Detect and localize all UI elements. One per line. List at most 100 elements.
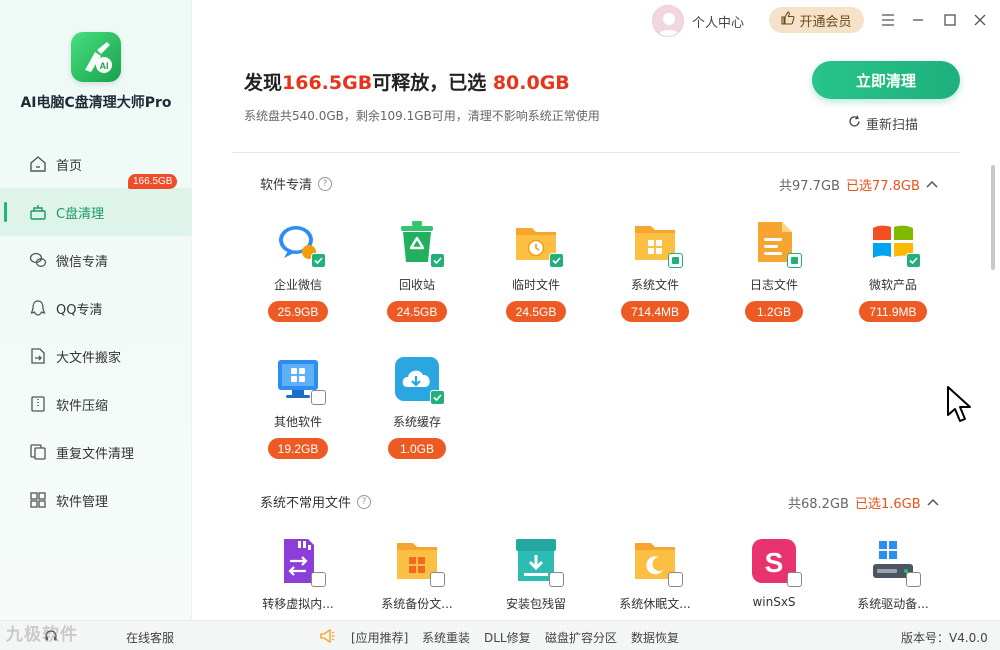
tile-label: winSxS <box>752 595 796 609</box>
checkbox-unchecked-icon[interactable] <box>668 572 683 587</box>
clean-tile[interactable]: 回收站 24.5GB <box>357 218 477 322</box>
tile-size: 711.9MB <box>859 301 927 322</box>
menu-icon[interactable] <box>878 10 898 30</box>
rescan-button[interactable]: 重新扫描 <box>848 114 918 133</box>
data-recovery-link[interactable]: 数据恢复 <box>631 629 679 646</box>
checkbox-unchecked-icon[interactable] <box>906 572 921 587</box>
sidebar-item-file-move[interactable]: 大文件搬家 <box>0 332 192 380</box>
microsoft-icon <box>869 218 921 268</box>
clean-tile[interactable]: 日志文件 1.2GB <box>714 218 834 322</box>
section-summary: 共97.7GB 已选77.8GB <box>779 175 938 194</box>
sidebar-item-label: 软件压缩 <box>56 398 109 414</box>
sidebar-item-duplicate[interactable]: 重复文件清理 <box>0 428 192 476</box>
tile-label: 日志文件 <box>749 278 798 292</box>
app-title: AI电脑C盘清理大师Pro <box>20 95 172 111</box>
sidebar-item-compress[interactable]: 软件压缩 <box>0 380 192 428</box>
apps-icon <box>28 490 48 510</box>
size-badge: 166.5GB <box>128 174 178 189</box>
sidebar-item-label: C盘清理 <box>56 206 105 222</box>
divider <box>232 152 960 153</box>
clean-tile[interactable]: 临时文件 24.5GB <box>476 218 596 322</box>
checkbox-unchecked-icon[interactable] <box>787 572 802 587</box>
virtual-memory-icon <box>274 537 326 587</box>
winsxs-icon: S <box>750 537 802 587</box>
clean-now-button[interactable]: 立即清理 <box>812 61 960 99</box>
section-title: 系统不常用文件 ? <box>260 492 372 511</box>
section-total: 共68.2GB <box>788 497 849 512</box>
tile-label: 临时文件 <box>511 278 560 292</box>
vip-button[interactable]: 开通会员 <box>769 7 864 33</box>
clean-tile[interactable]: 安装包残留 <box>476 537 596 612</box>
tile-size: 1.2GB <box>745 301 803 322</box>
checkbox-checked-icon[interactable] <box>311 253 326 268</box>
broom-icon <box>28 202 48 222</box>
help-icon[interactable]: ? <box>318 176 333 191</box>
help-icon[interactable]: ? <box>357 494 372 509</box>
sidebar-item-qq[interactable]: QQ专清 <box>0 284 192 332</box>
clean-tile[interactable]: 微软产品 711.9MB <box>833 218 953 322</box>
checkbox-unchecked-icon[interactable] <box>311 572 326 587</box>
sidebar-item-apps[interactable]: 软件管理 <box>0 476 192 524</box>
clean-tile[interactable]: 转移虚拟内... <box>238 537 358 612</box>
tile-label: 转移虚拟内... <box>262 597 334 611</box>
user-center-link[interactable]: 个人中心 <box>692 12 744 31</box>
avatar[interactable] <box>652 5 684 37</box>
checkbox-unchecked-icon[interactable] <box>430 572 445 587</box>
chevron-up-icon[interactable] <box>927 495 939 510</box>
title-bar: 个人中心 开通会员 <box>192 0 1000 40</box>
clean-tile[interactable]: 系统文件 714.4MB <box>595 218 715 322</box>
section-summary: 共68.2GB 已选1.6GB <box>788 493 939 512</box>
clean-tile[interactable]: 系统备份文... <box>357 537 477 612</box>
close-icon[interactable] <box>970 10 990 30</box>
checkbox-partial-icon[interactable] <box>668 253 683 268</box>
sidebar-item-label: 首页 <box>56 158 83 174</box>
checkbox-checked-icon[interactable] <box>549 253 564 268</box>
clean-tile[interactable]: 系统休眠文... <box>595 537 715 612</box>
found-size: 166.5GB <box>282 72 373 94</box>
disk-partition-link[interactable]: 磁盘扩容分区 <box>545 629 617 646</box>
recycle-bin-icon <box>393 218 445 268</box>
reinstall-link[interactable]: 系统重装 <box>422 629 470 646</box>
refresh-icon <box>848 115 861 132</box>
tile-label: 微软产品 <box>868 278 917 292</box>
section-title: 软件专清 ? <box>260 174 333 193</box>
section-total: 共97.7GB <box>779 179 840 194</box>
scrollbar-thumb[interactable] <box>991 165 995 270</box>
rescan-label: 重新扫描 <box>866 118 919 133</box>
chevron-up-icon[interactable] <box>926 177 938 192</box>
clean-tile[interactable]: 系统驱动备... <box>833 537 953 612</box>
app-recommend-label: [应用推荐] <box>351 631 409 645</box>
clean-tile[interactable]: S winSxS <box>714 537 834 609</box>
tile-label: 企业微信 <box>273 278 322 292</box>
qq-icon <box>28 298 48 318</box>
temp-folder-icon <box>512 218 564 268</box>
maximize-icon[interactable] <box>940 10 960 30</box>
app-logo-icon: AI <box>71 32 121 82</box>
checkbox-checked-icon[interactable] <box>430 253 445 268</box>
checkbox-partial-icon[interactable] <box>787 253 802 268</box>
tile-label: 回收站 <box>398 278 435 292</box>
checkbox-unchecked-icon[interactable] <box>549 572 564 587</box>
backup-folder-icon <box>393 537 445 587</box>
minimize-icon[interactable] <box>908 10 928 30</box>
tile-label: 其他软件 <box>273 415 322 429</box>
sidebar-item-c-clean[interactable]: C盘清理 166.5GB <box>0 174 192 236</box>
compress-icon <box>28 394 48 414</box>
system-folder-icon <box>631 218 683 268</box>
section-title-text: 系统不常用文件 <box>260 496 352 511</box>
sidebar: AI AI电脑C盘清理大师Pro 首页 C盘清理 166.5GB 微信专清 QQ… <box>0 0 192 620</box>
sidebar-item-label: 大文件搬家 <box>56 350 122 366</box>
dll-repair-link[interactable]: DLL修复 <box>484 629 531 646</box>
tile-label: 系统休眠文... <box>619 597 691 611</box>
section-selected: 已选77.8GB <box>845 179 920 194</box>
checkbox-checked-icon[interactable] <box>906 253 921 268</box>
clean-tile[interactable]: 系统缓存 1.0GB <box>357 355 477 459</box>
clean-tile[interactable]: 企业微信 25.9GB <box>238 218 358 322</box>
svg-text:AI: AI <box>100 61 109 71</box>
clean-tile[interactable]: 其他软件 19.2GB <box>238 355 358 459</box>
online-service-link[interactable]: 在线客服 <box>126 629 174 646</box>
checkbox-checked-icon[interactable] <box>430 390 445 405</box>
tile-size: 714.4MB <box>620 301 690 322</box>
checkbox-unchecked-icon[interactable] <box>311 390 326 405</box>
sidebar-item-wechat[interactable]: 微信专清 <box>0 236 192 284</box>
